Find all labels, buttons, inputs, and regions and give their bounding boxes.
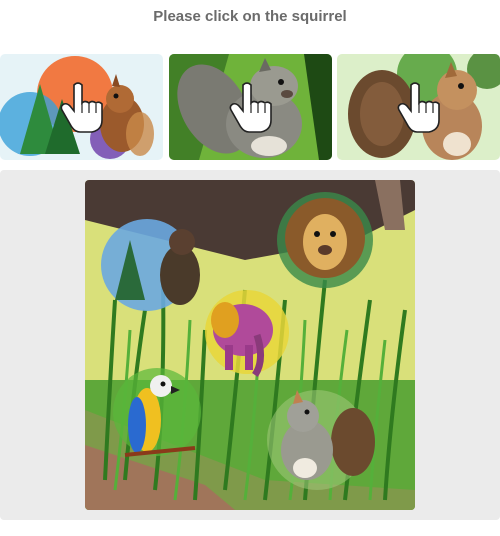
example-image-2 [169,54,332,160]
hand-pointer-icon [60,82,103,133]
challenge-stage [0,170,500,520]
challenge-prompt: Please click on the squirrel [153,8,347,25]
challenge-image[interactable] [85,180,415,510]
footer [0,524,500,536]
example-images-row [0,54,500,160]
bear-image [101,219,200,311]
parrot-image [113,368,201,457]
example-image-1 [0,54,163,160]
example-image-3 [337,54,500,160]
hand-pointer-icon [397,82,440,133]
lion-image [277,192,373,288]
hand-pointer-icon [229,82,272,133]
